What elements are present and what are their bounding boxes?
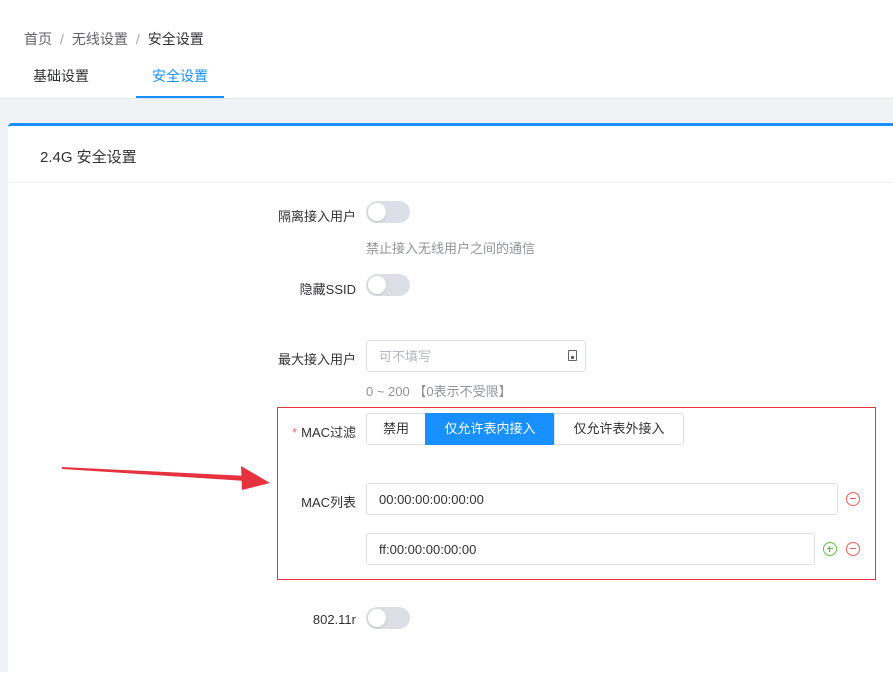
- max-users-label: 最大接入用户: [277, 352, 356, 367]
- switch-knob: [368, 276, 386, 294]
- input-lock-icon: [568, 350, 577, 361]
- breadcrumb-home[interactable]: 首页: [24, 29, 52, 49]
- tab-basic-settings[interactable]: 基础设置: [18, 62, 104, 96]
- breadcrumb-current: 安全设置: [147, 31, 204, 47]
- hide-ssid-label: 隐藏SSID: [299, 282, 356, 297]
- max-users-hint: 0 ~ 200 【0表示不受限】: [366, 384, 512, 399]
- annotation-arrow-icon: [62, 466, 270, 490]
- remove-mac-icon[interactable]: [846, 542, 860, 556]
- mac-filter-button-group: 禁用 仅允许表内接入 仅允许表外接入: [366, 413, 684, 445]
- switch-knob: [368, 203, 386, 221]
- tab-security-settings[interactable]: 安全设置: [136, 62, 224, 98]
- isolate-users-hint: 禁止接入无线用户之间的通信: [366, 241, 536, 256]
- add-mac-icon[interactable]: [823, 542, 837, 556]
- ieee80211r-switch[interactable]: [366, 607, 410, 629]
- ieee80211r-label: 802.11r: [312, 612, 356, 627]
- page-header: 首页 / 无线设置 / 安全设置 基础设置 安全设置: [0, 12, 893, 98]
- isolate-users-switch[interactable]: [366, 201, 410, 223]
- card-divider: [8, 182, 893, 183]
- isolate-users-label: 隔离接入用户: [277, 209, 356, 224]
- mac-filter-label-text: MAC过滤: [301, 425, 356, 440]
- required-mark: *: [292, 425, 298, 440]
- max-users-input[interactable]: [366, 340, 586, 372]
- mac-filter-allow-list-button[interactable]: 仅允许表内接入: [425, 413, 555, 445]
- mac-filter-label: * MAC过滤: [206, 422, 356, 441]
- top-strip: [0, 0, 893, 12]
- mac-address-input[interactable]: [366, 483, 838, 515]
- settings-tabs: 基础设置 安全设置: [0, 62, 893, 98]
- switch-knob: [368, 609, 386, 627]
- breadcrumb-wireless[interactable]: 无线设置: [72, 29, 128, 49]
- hide-ssid-switch[interactable]: [366, 274, 410, 296]
- breadcrumb-separator: /: [60, 31, 64, 47]
- breadcrumb-separator: /: [135, 31, 140, 47]
- mac-address-input[interactable]: [366, 533, 815, 565]
- breadcrumb: 首页 / 无线设置 / 安全设置: [24, 29, 204, 49]
- remove-mac-icon[interactable]: [846, 492, 860, 506]
- mac-filter-disable-button[interactable]: 禁用: [366, 413, 426, 445]
- mac-filter-deny-list-button[interactable]: 仅允许表外接入: [554, 413, 684, 445]
- card-title: 2.4G 安全设置: [40, 149, 137, 166]
- mac-list-label: MAC列表: [301, 495, 356, 510]
